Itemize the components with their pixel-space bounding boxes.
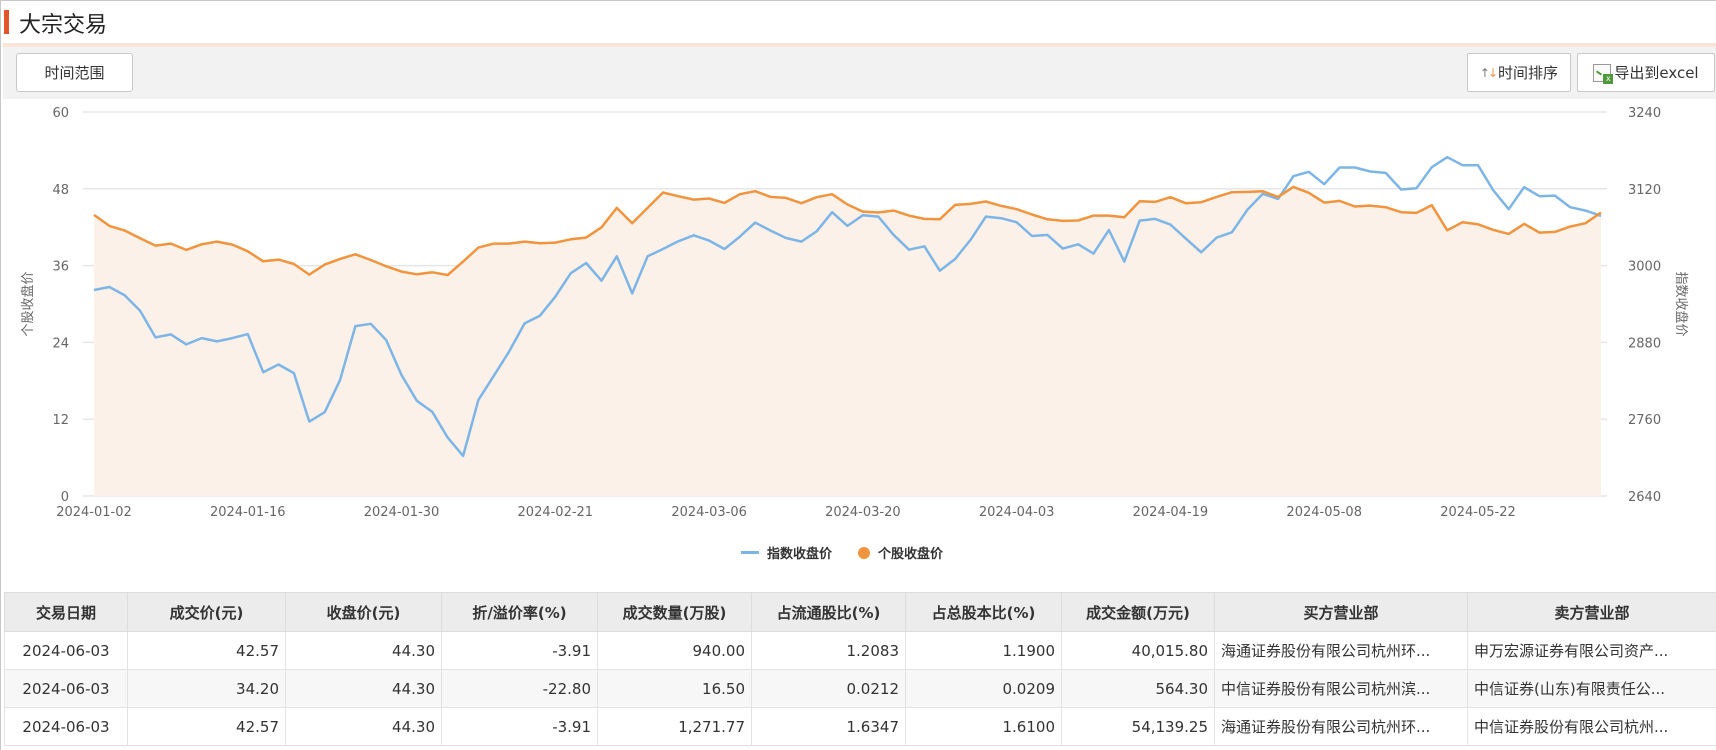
- left-axis-tick-label: 12: [52, 413, 69, 428]
- table-row: 2024-06-03 34.20 44.30 -22.80 16.50 0.0212 0.0…: [4, 669, 1716, 708]
- left-axis-tick-label: 24: [52, 336, 69, 351]
- table-cell: 2024-06-03: [4, 631, 128, 670]
- table-header-row: 交易日期 成交价(元) 收盘价(元) 折/溢价率(%) 成交数量(万股) 占流通股比(%)…: [4, 592, 1716, 632]
- table-cell: 40,015.80: [1061, 631, 1215, 670]
- x-axis-tick-label: 2024-04-19: [1133, 505, 1209, 520]
- legend-item-index[interactable]: 指数收盘价: [741, 543, 832, 562]
- time-sort-label: 时间排序: [1498, 64, 1559, 82]
- legend-line-icon: [741, 551, 759, 554]
- table-cell[interactable]: 中信证券股份有限公司杭州...: [1467, 707, 1716, 746]
- chart-legend: 指数收盘价 个股收盘价: [741, 543, 943, 562]
- table-cell: 34.20: [127, 669, 286, 708]
- time-range-button[interactable]: 时间范围: [16, 53, 133, 92]
- x-axis-tick-label: 2024-05-08: [1286, 505, 1362, 520]
- x-axis-tick-label: 2024-01-16: [210, 505, 286, 520]
- table-cell: 0.0212: [751, 669, 906, 708]
- right-axis-tick-label: 3240: [1628, 106, 1661, 121]
- table-cell: 44.30: [285, 631, 442, 670]
- legend-label: 指数收盘价: [767, 547, 833, 562]
- column-header[interactable]: 交易日期: [4, 592, 128, 632]
- table-cell: 564.30: [1061, 669, 1215, 708]
- table-cell: 42.57: [127, 631, 286, 670]
- table-cell[interactable]: 海通证券股份有限公司杭州环...: [1214, 707, 1468, 746]
- table-cell: 1.2083: [751, 631, 906, 670]
- table-cell: 1.1900: [905, 631, 1062, 670]
- block-trade-table: 交易日期 成交价(元) 收盘价(元) 折/溢价率(%) 成交数量(万股) 占流通股比(%)…: [4, 592, 1716, 746]
- title-bar: 大宗交易: [1, 1, 1716, 43]
- sort-icon: ↑↓: [1479, 65, 1498, 80]
- column-header[interactable]: 占总股本比(%): [905, 592, 1062, 632]
- table-cell: 16.50: [597, 669, 752, 708]
- x-axis-tick-label: 2024-01-02: [56, 505, 132, 520]
- export-excel-label: 导出到excel: [1614, 64, 1699, 82]
- table-cell: 44.30: [285, 707, 442, 746]
- table-cell: -3.91: [441, 707, 598, 746]
- left-axis-tick-label: 60: [52, 106, 69, 121]
- table-cell: -3.91: [441, 631, 598, 670]
- column-header[interactable]: 折/溢价率(%): [441, 592, 598, 632]
- column-header[interactable]: 成交金额(万元): [1061, 592, 1215, 632]
- page-title: 大宗交易: [19, 13, 108, 38]
- table-cell[interactable]: 中信证券(山东)有限责任公...: [1467, 669, 1716, 708]
- excel-icon: [1593, 63, 1614, 84]
- time-range-label: 时间范围: [44, 64, 105, 82]
- table-cell: 2024-06-03: [4, 707, 128, 746]
- title-accent-bar: [4, 10, 9, 34]
- x-axis-tick-label: 2024-03-06: [671, 505, 747, 520]
- right-axis-tick-label: 3000: [1628, 260, 1661, 275]
- column-header[interactable]: 成交价(元): [127, 592, 286, 632]
- right-axis-tick-label: 3120: [1628, 183, 1661, 198]
- legend-item-stock[interactable]: 个股收盘价: [858, 543, 943, 562]
- column-header[interactable]: 占流通股比(%): [751, 592, 906, 632]
- left-axis-tick-label: 48: [52, 183, 69, 198]
- left-axis-tick-label: 0: [61, 490, 69, 505]
- left-axis-title: 个股收盘价: [20, 271, 36, 336]
- right-axis-tick-label: 2640: [1628, 490, 1661, 505]
- left-axis-tick-label: 36: [52, 260, 69, 275]
- legend-label: 个股收盘价: [878, 547, 944, 562]
- toolbar: 时间范围 ↑↓ 时间排序 导出到excel: [3, 47, 1716, 99]
- right-axis-tick-label: 2880: [1628, 336, 1661, 351]
- table-cell: 0.0209: [905, 669, 1062, 708]
- column-header[interactable]: 成交数量(万股): [597, 592, 752, 632]
- x-axis-tick-label: 2024-04-03: [979, 505, 1055, 520]
- table-row: 2024-06-03 42.57 44.30 -3.91 1,271.77 1.6347 1…: [4, 707, 1716, 746]
- table-cell: 54,139.25: [1061, 707, 1215, 746]
- table-cell: 2024-06-03: [4, 669, 128, 708]
- x-axis-tick-label: 2024-03-20: [825, 505, 901, 520]
- table-row: 2024-06-03 42.57 44.30 -3.91 940.00 1.2083 1.1…: [4, 631, 1716, 670]
- x-axis-tick-label: 2024-01-30: [364, 505, 440, 520]
- table-cell: 940.00: [597, 631, 752, 670]
- time-sort-button[interactable]: ↑↓ 时间排序: [1467, 53, 1571, 92]
- column-header[interactable]: 卖方营业部: [1467, 592, 1716, 632]
- price-chart: 0 2640 12 2760 24 2880 36 3000 48 3120 60 3240 2024-…: [20, 106, 1689, 520]
- table-cell: -22.80: [441, 669, 598, 708]
- table-cell[interactable]: 海通证券股份有限公司杭州环...: [1214, 631, 1468, 670]
- right-axis-tick-label: 2760: [1628, 413, 1661, 428]
- export-excel-button[interactable]: 导出到excel: [1577, 53, 1715, 92]
- column-header[interactable]: 买方营业部: [1214, 592, 1468, 632]
- table-cell: 42.57: [127, 707, 286, 746]
- table-cell: 1.6100: [905, 707, 1062, 746]
- x-axis-tick-label: 2024-05-22: [1440, 505, 1516, 520]
- legend-dot-icon: [858, 546, 871, 559]
- table-cell[interactable]: 申万宏源证券有限公司资产...: [1467, 631, 1716, 670]
- table-cell: 1.6347: [751, 707, 906, 746]
- column-header[interactable]: 收盘价(元): [285, 592, 442, 632]
- x-axis-tick-label: 2024-02-21: [518, 505, 594, 520]
- table-cell[interactable]: 中信证券股份有限公司杭州滨...: [1214, 669, 1468, 708]
- table-cell: 44.30: [285, 669, 442, 708]
- stock-price-area: [94, 186, 1601, 496]
- right-axis-title: 指数收盘价: [1673, 271, 1689, 336]
- table-cell: 1,271.77: [597, 707, 752, 746]
